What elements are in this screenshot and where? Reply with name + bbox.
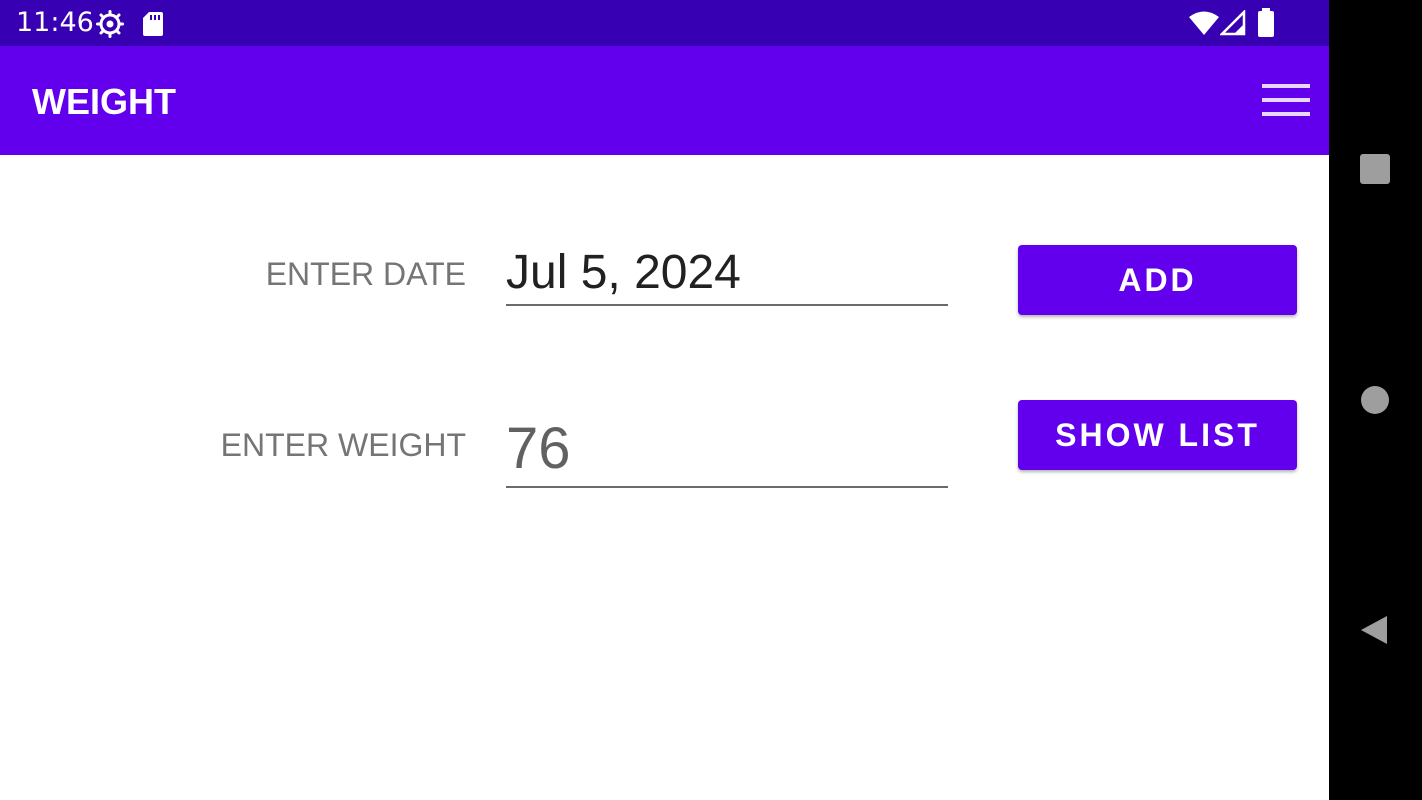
weight-label: ENTER WEIGHT (220, 427, 466, 463)
hamburger-menu-icon[interactable] (1262, 84, 1310, 118)
status-time: 11:46 (16, 7, 94, 38)
weight-input[interactable] (506, 410, 948, 488)
app-bar: WEIGHT (0, 46, 1329, 155)
system-nav-bar (1329, 0, 1422, 800)
cell-signal-icon (1220, 10, 1246, 36)
date-label: ENTER DATE (265, 256, 466, 292)
app-screen: 11:46 WEIGHT ENTER DATE Jul 5, 2024 ENTE… (0, 0, 1329, 800)
wifi-icon (1189, 11, 1219, 35)
date-input[interactable] (506, 240, 948, 306)
show-list-button[interactable]: SHOW LIST (1018, 400, 1297, 470)
settings-gear-icon (96, 10, 124, 38)
home-icon[interactable] (1361, 386, 1389, 414)
recents-icon[interactable] (1360, 154, 1390, 184)
app-title: WEIGHT (32, 81, 176, 122)
back-icon[interactable] (1359, 614, 1389, 646)
add-button[interactable]: ADD (1018, 245, 1297, 315)
sd-card-icon (143, 12, 163, 36)
status-bar: 11:46 (0, 0, 1329, 46)
battery-icon (1258, 8, 1274, 37)
